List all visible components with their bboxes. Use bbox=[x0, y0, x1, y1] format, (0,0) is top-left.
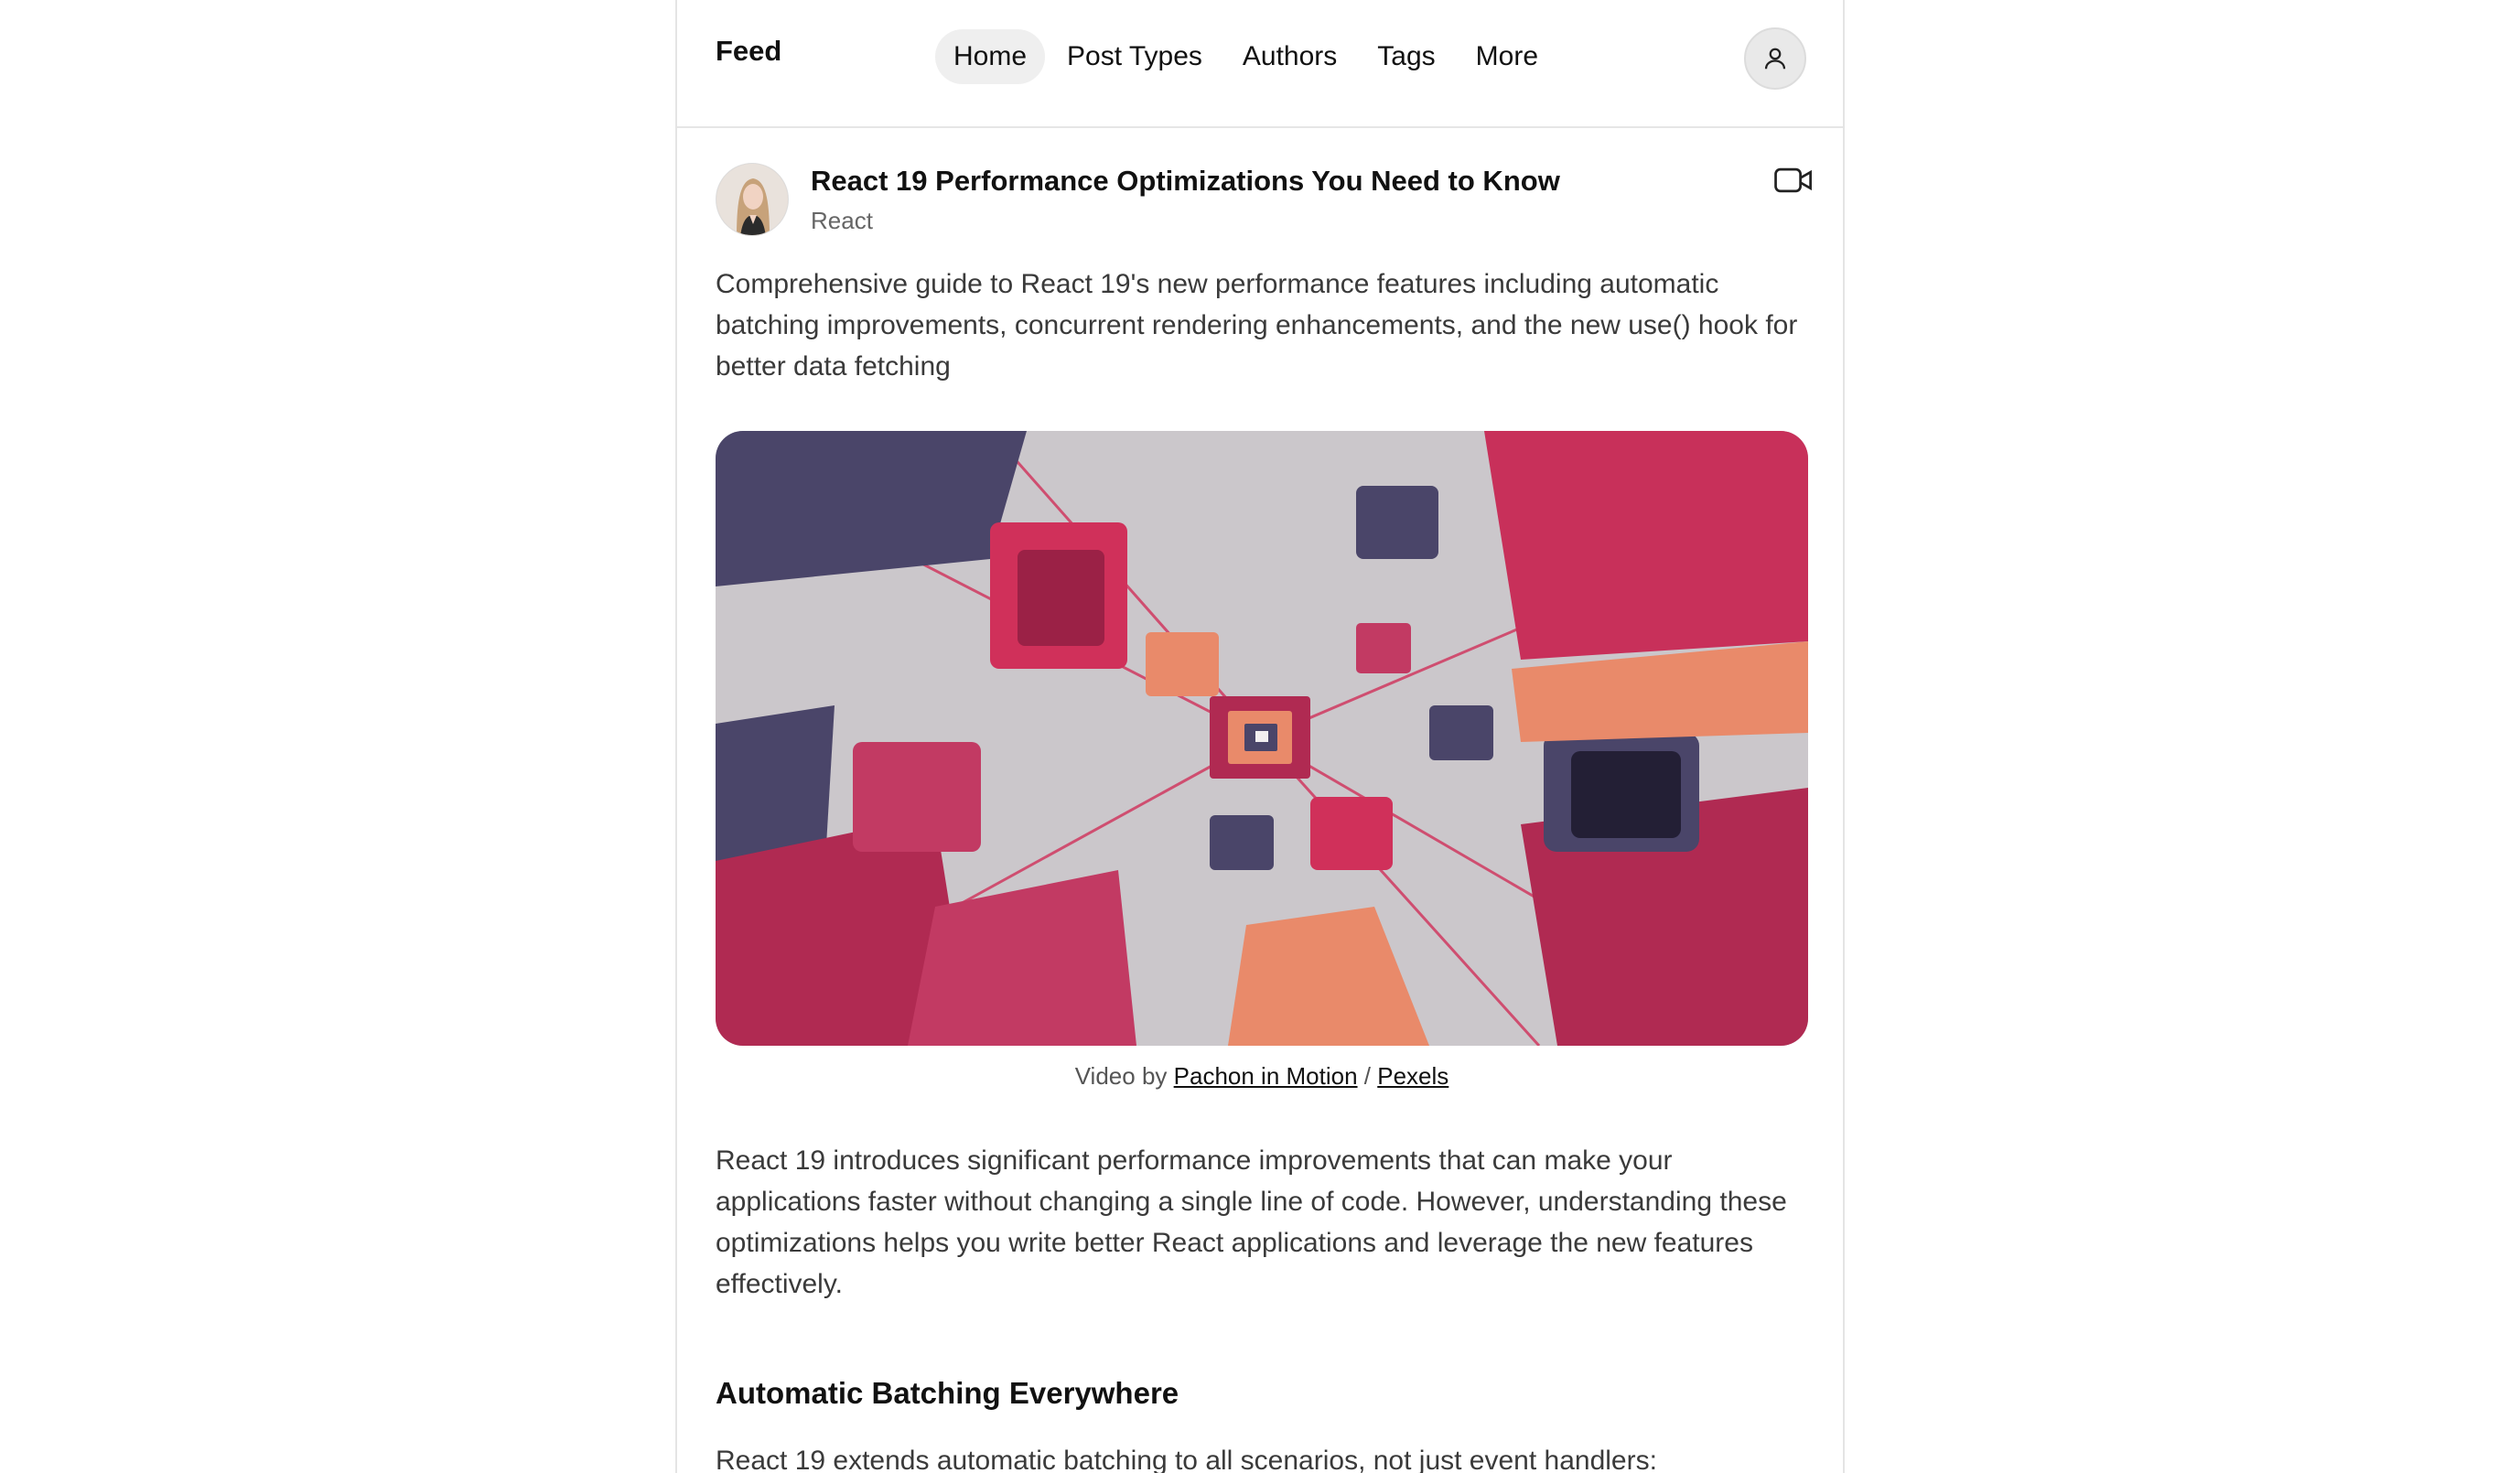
nav-item-authors[interactable]: Authors bbox=[1224, 29, 1355, 84]
post-article: React 19 Performance Optimizations You N… bbox=[716, 163, 1812, 1473]
video-camera-icon bbox=[1774, 167, 1812, 193]
brand-logo[interactable]: Feed bbox=[716, 35, 781, 68]
credit-author-link[interactable]: Pachon in Motion bbox=[1174, 1062, 1358, 1090]
top-navigation-bar: Feed Home Post Types Authors Tags More bbox=[677, 0, 1843, 128]
post-title[interactable]: React 19 Performance Optimizations You N… bbox=[811, 165, 1560, 198]
credit-separator: / bbox=[1363, 1062, 1372, 1090]
post-video[interactable] bbox=[716, 431, 1808, 1046]
credit-source-link[interactable]: Pexels bbox=[1377, 1062, 1448, 1090]
section-heading: Automatic Batching Everywhere bbox=[716, 1376, 1179, 1410]
post-category[interactable]: React bbox=[811, 207, 873, 235]
post-header: React 19 Performance Optimizations You N… bbox=[716, 163, 1812, 240]
post-summary: Comprehensive guide to React 19's new pe… bbox=[716, 269, 1798, 382]
main-nav: Home Post Types Authors Tags More bbox=[935, 29, 1556, 84]
video-frame bbox=[716, 431, 1808, 1046]
post-body-paragraph: React 19 introduces significant performa… bbox=[716, 1145, 1787, 1299]
nav-item-post-types[interactable]: Post Types bbox=[1049, 29, 1221, 84]
profile-button[interactable] bbox=[1744, 27, 1806, 90]
nav-item-tags[interactable]: Tags bbox=[1359, 29, 1453, 84]
media-credit: Video by Pachon in Motion / Pexels bbox=[716, 1062, 1808, 1091]
user-icon bbox=[1764, 48, 1786, 70]
nav-item-more[interactable]: More bbox=[1458, 29, 1556, 84]
app-frame: Feed Home Post Types Authors Tags More R… bbox=[675, 0, 1845, 1473]
author-avatar[interactable] bbox=[716, 163, 789, 236]
section-paragraph: React 19 extends automatic batching to a… bbox=[716, 1446, 1657, 1473]
nav-item-home[interactable]: Home bbox=[935, 29, 1046, 84]
credit-prefix: Video by bbox=[1074, 1062, 1168, 1090]
